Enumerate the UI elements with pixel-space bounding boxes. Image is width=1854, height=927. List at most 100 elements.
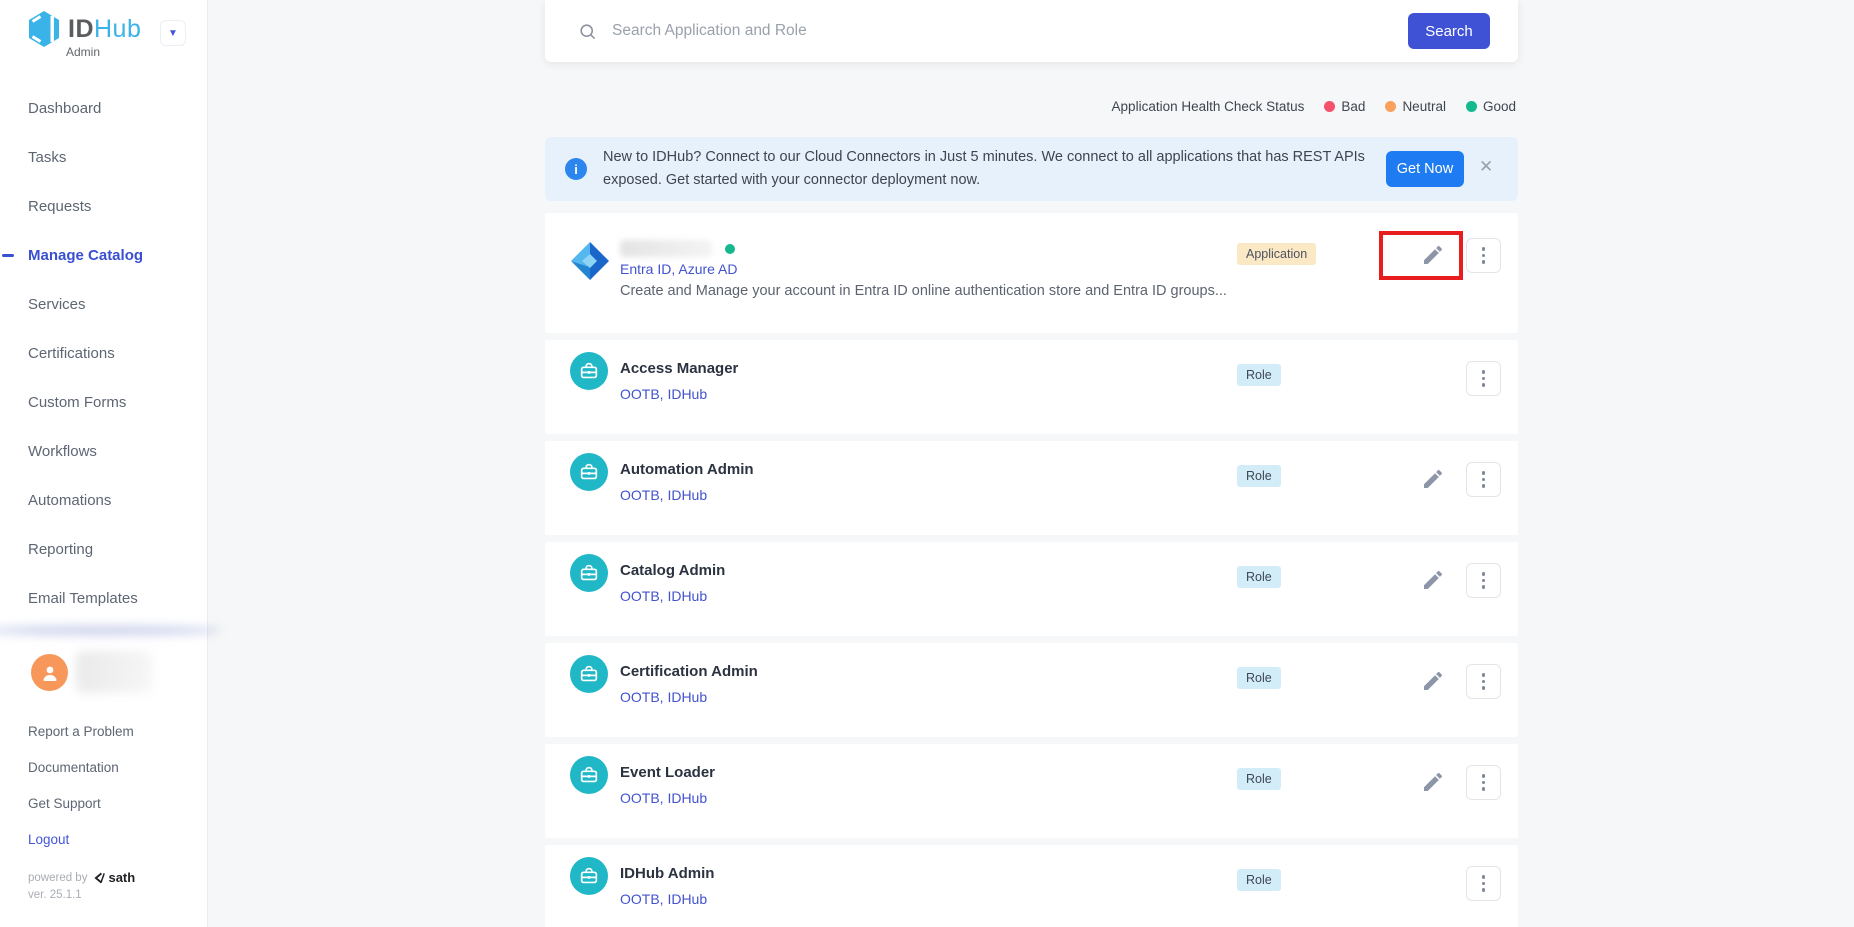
catalog-row-catalog-admin: Catalog Admin OOTB, IDHub Role [545, 542, 1518, 636]
bad-dot-icon [1324, 101, 1335, 112]
catalog-row-idhub-admin: IDHub Admin OOTB, IDHub Role [545, 845, 1518, 927]
role-icon [570, 655, 608, 693]
row-title: Certification Admin [620, 663, 758, 680]
catalog-row-automation-admin: Automation Admin OOTB, IDHub Role [545, 441, 1518, 535]
role-icon [570, 756, 608, 794]
search-bar: Search [545, 0, 1518, 62]
catalog-row-certification-admin: Certification Admin OOTB, IDHub Role [545, 643, 1518, 737]
sidebar-item-manage-catalog[interactable]: Manage Catalog [0, 231, 207, 280]
sidebar-item-requests[interactable]: Requests [0, 182, 207, 231]
type-badge: Application [1237, 243, 1316, 265]
legend-item-neutral: Neutral [1385, 99, 1446, 114]
main-content: Search Application Health Check Status B… [545, 0, 1518, 927]
search-button[interactable]: Search [1408, 13, 1490, 49]
app-name-redacted [620, 240, 712, 257]
more-options-button[interactable] [1466, 765, 1501, 800]
edit-button[interactable] [1421, 243, 1445, 267]
brand-name: IDHub [68, 9, 141, 49]
row-tags-link[interactable]: OOTB, IDHub [620, 386, 707, 402]
type-badge: Role [1237, 465, 1281, 487]
type-badge: Role [1237, 768, 1281, 790]
catalog-row-application: Entra ID, Azure AD Create and Manage your… [545, 213, 1518, 333]
info-banner: i New to IDHub? Connect to our Cloud Con… [545, 137, 1518, 201]
role-icon [570, 453, 608, 491]
entra-id-logo [570, 241, 610, 281]
neutral-dot-icon [1385, 101, 1396, 112]
sidebar-item-reporting[interactable]: Reporting [0, 525, 207, 574]
footer-link-get-support[interactable]: Get Support [0, 786, 207, 822]
row-tags-link[interactable]: OOTB, IDHub [620, 689, 707, 705]
row-tags-link[interactable]: OOTB, IDHub [620, 891, 707, 907]
footer-link-documentation[interactable]: Documentation [0, 750, 207, 786]
footer-link-report-a-problem[interactable]: Report a Problem [0, 714, 207, 750]
sidebar-item-custom-forms[interactable]: Custom Forms [0, 378, 207, 427]
legend-item-good: Good [1466, 99, 1516, 114]
row-tags-link[interactable]: OOTB, IDHub [620, 790, 707, 806]
edit-pencil-icon [1421, 467, 1445, 491]
sath-logo: sath [94, 870, 135, 885]
app-tags-link[interactable]: Entra ID, Azure AD [620, 261, 738, 277]
powered-by: powered by sath [28, 870, 135, 885]
briefcase-icon [578, 764, 600, 786]
briefcase-icon [578, 461, 600, 483]
row-title: Event Loader [620, 764, 715, 781]
more-options-button[interactable] [1466, 866, 1501, 901]
sidebar-footer-links: Report a ProblemDocumentationGet Support [0, 714, 207, 822]
health-status-good-icon [725, 244, 735, 254]
catalog-row-access-manager: Access Manager OOTB, IDHub Role [545, 340, 1518, 434]
username-redacted [76, 651, 152, 693]
row-tags-link[interactable]: OOTB, IDHub [620, 588, 707, 604]
more-options-button[interactable] [1466, 563, 1501, 598]
row-title: Automation Admin [620, 461, 754, 478]
sidebar-nav: DashboardTasksRequestsManage CatalogServ… [0, 84, 207, 623]
catalog-list: Entra ID, Azure AD Create and Manage your… [545, 213, 1518, 927]
banner-close-icon[interactable]: ✕ [1479, 157, 1493, 177]
sidebar-item-workflows[interactable]: Workflows [0, 427, 207, 476]
role-icon [570, 554, 608, 592]
brand-dropdown-button[interactable]: ▼ [160, 20, 186, 46]
page: IDHub Admin ▼ DashboardTasksRequestsMana… [0, 0, 1854, 927]
sidebar-item-dashboard[interactable]: Dashboard [0, 84, 207, 133]
sidebar: IDHub Admin ▼ DashboardTasksRequestsMana… [0, 0, 208, 927]
edit-pencil-icon [1421, 243, 1445, 267]
banner-text: New to IDHub? Connect to our Cloud Conne… [603, 146, 1381, 192]
sidebar-item-automations[interactable]: Automations [0, 476, 207, 525]
briefcase-icon [578, 562, 600, 584]
type-badge: Role [1237, 869, 1281, 891]
brand-subtitle: Admin [66, 45, 100, 59]
app-description: Create and Manage your account in Entra … [620, 283, 1227, 299]
edit-button[interactable] [1421, 770, 1445, 794]
catalog-row-event-loader: Event Loader OOTB, IDHub Role [545, 744, 1518, 838]
avatar[interactable] [31, 654, 68, 691]
user-icon [38, 661, 62, 685]
version-label: ver. 25.1.1 [28, 889, 82, 901]
health-check-legend: Application Health Check Status BadNeutr… [1112, 99, 1516, 114]
role-icon [570, 352, 608, 390]
type-badge: Role [1237, 667, 1281, 689]
legend-item-bad: Bad [1324, 99, 1365, 114]
sidebar-item-services[interactable]: Services [0, 280, 207, 329]
logout-link[interactable]: Logout [0, 822, 207, 858]
type-badge: Role [1237, 364, 1281, 386]
search-input[interactable] [610, 21, 1398, 41]
row-tags-link[interactable]: OOTB, IDHub [620, 487, 707, 503]
more-options-button[interactable] [1466, 238, 1501, 273]
info-icon: i [565, 158, 587, 180]
row-title: Access Manager [620, 360, 738, 377]
sath-logo-icon [94, 872, 107, 884]
edit-button[interactable] [1421, 467, 1445, 491]
sidebar-item-email-templates[interactable]: Email Templates [0, 574, 207, 623]
search-icon [578, 22, 597, 41]
more-options-button[interactable] [1466, 462, 1501, 497]
row-title: IDHub Admin [620, 865, 714, 882]
role-icon [570, 857, 608, 895]
get-now-button[interactable]: Get Now [1386, 151, 1464, 187]
sidebar-item-tasks[interactable]: Tasks [0, 133, 207, 182]
edit-button[interactable] [1421, 568, 1445, 592]
more-options-button[interactable] [1466, 664, 1501, 699]
row-title: Catalog Admin [620, 562, 725, 579]
edit-button[interactable] [1421, 669, 1445, 693]
type-badge: Role [1237, 566, 1281, 588]
more-options-button[interactable] [1466, 361, 1501, 396]
sidebar-item-certifications[interactable]: Certifications [0, 329, 207, 378]
